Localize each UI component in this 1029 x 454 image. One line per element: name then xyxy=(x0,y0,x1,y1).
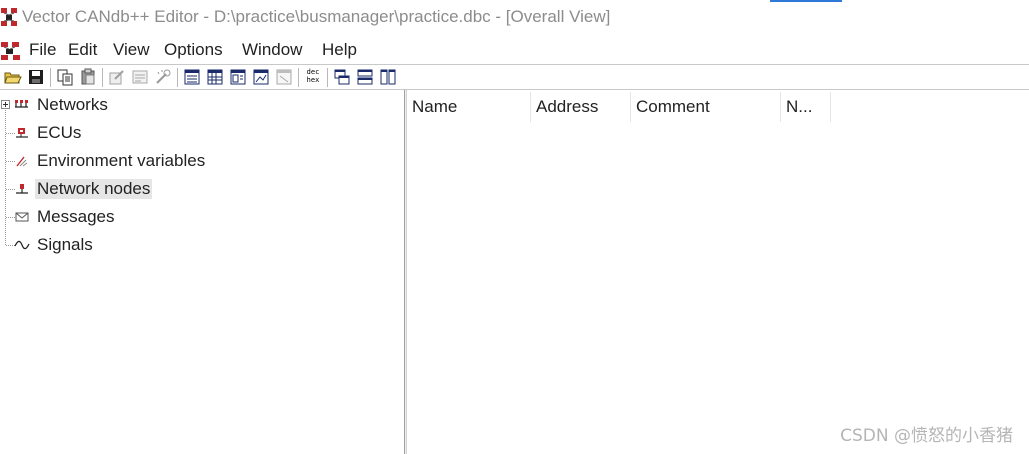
signal-wave-icon xyxy=(14,240,30,250)
object-tree: Networks ECUs Environment variables Netw… xyxy=(0,90,404,454)
env-variable-icon xyxy=(16,156,28,167)
tree-label: Messages xyxy=(37,207,115,226)
column-header-n[interactable]: N... xyxy=(781,92,831,122)
save-icon[interactable] xyxy=(27,68,45,86)
column-header-address[interactable]: Address xyxy=(531,92,631,122)
window-title: Vector CANdb++ Editor - D:\practice\busm… xyxy=(22,7,611,26)
dec-label: dec xyxy=(306,68,320,76)
view-details-icon[interactable] xyxy=(229,68,247,86)
tree-label: Network nodes xyxy=(35,179,153,199)
menu-bar: File Edit View Options Window Help xyxy=(0,36,1029,64)
open-folder-icon[interactable] xyxy=(4,68,22,86)
tile-vertical-icon[interactable] xyxy=(379,68,397,86)
menu-file[interactable]: File xyxy=(29,40,56,60)
toolbar: dec hex xyxy=(0,64,1029,90)
tree-connector xyxy=(5,110,6,245)
tree-label: Networks xyxy=(37,95,108,114)
toolbar-separator xyxy=(102,68,103,87)
watermark: CSDN @愤怒的小香猪 xyxy=(840,426,1013,446)
menu-edit[interactable]: Edit xyxy=(68,40,97,60)
column-header-name[interactable]: Name xyxy=(407,92,531,122)
expand-networks-toggle[interactable] xyxy=(1,100,10,109)
properties-icon[interactable] xyxy=(131,68,149,86)
candb-app-icon[interactable] xyxy=(0,6,20,28)
object-list: Name Address Comment N... CSDN @愤怒的小香猪 xyxy=(407,90,1029,454)
toolbar-separator xyxy=(177,68,178,87)
networks-icon xyxy=(15,100,28,108)
toolbar-separator xyxy=(327,68,328,87)
column-header-comment[interactable]: Comment xyxy=(631,92,781,122)
toolbar-separator xyxy=(50,68,51,87)
view-table-icon[interactable] xyxy=(206,68,224,86)
copy-icon[interactable] xyxy=(56,68,74,86)
view-disabled-icon[interactable] xyxy=(275,68,293,86)
title-bar: Vector CANdb++ Editor - D:\practice\busm… xyxy=(0,0,1029,36)
tree-label: Signals xyxy=(37,235,93,254)
paste-icon[interactable] xyxy=(79,68,97,86)
network-node-icon xyxy=(16,184,28,194)
dec-hex-toggle[interactable]: dec hex xyxy=(304,68,322,86)
edit-object-icon[interactable] xyxy=(108,68,126,86)
view-graph-icon[interactable] xyxy=(252,68,270,86)
view-list-icon[interactable] xyxy=(183,68,201,86)
hex-label: hex xyxy=(306,76,320,84)
tile-horizontal-icon[interactable] xyxy=(356,68,374,86)
title-accent-strip xyxy=(770,0,842,2)
ecu-icon xyxy=(16,128,28,138)
candb-doc-icon[interactable] xyxy=(0,39,22,61)
toolbar-separator xyxy=(298,68,299,87)
menu-window[interactable]: Window xyxy=(242,40,302,60)
tree-label: ECUs xyxy=(37,123,82,142)
menu-options[interactable]: Options xyxy=(164,40,223,60)
tree-label: Environment variables xyxy=(37,151,206,170)
menu-help[interactable]: Help xyxy=(322,40,357,60)
menu-view[interactable]: View xyxy=(113,40,150,60)
cascade-windows-icon[interactable] xyxy=(333,68,351,86)
wizard-icon[interactable] xyxy=(154,68,172,86)
message-envelope-icon xyxy=(15,212,29,222)
